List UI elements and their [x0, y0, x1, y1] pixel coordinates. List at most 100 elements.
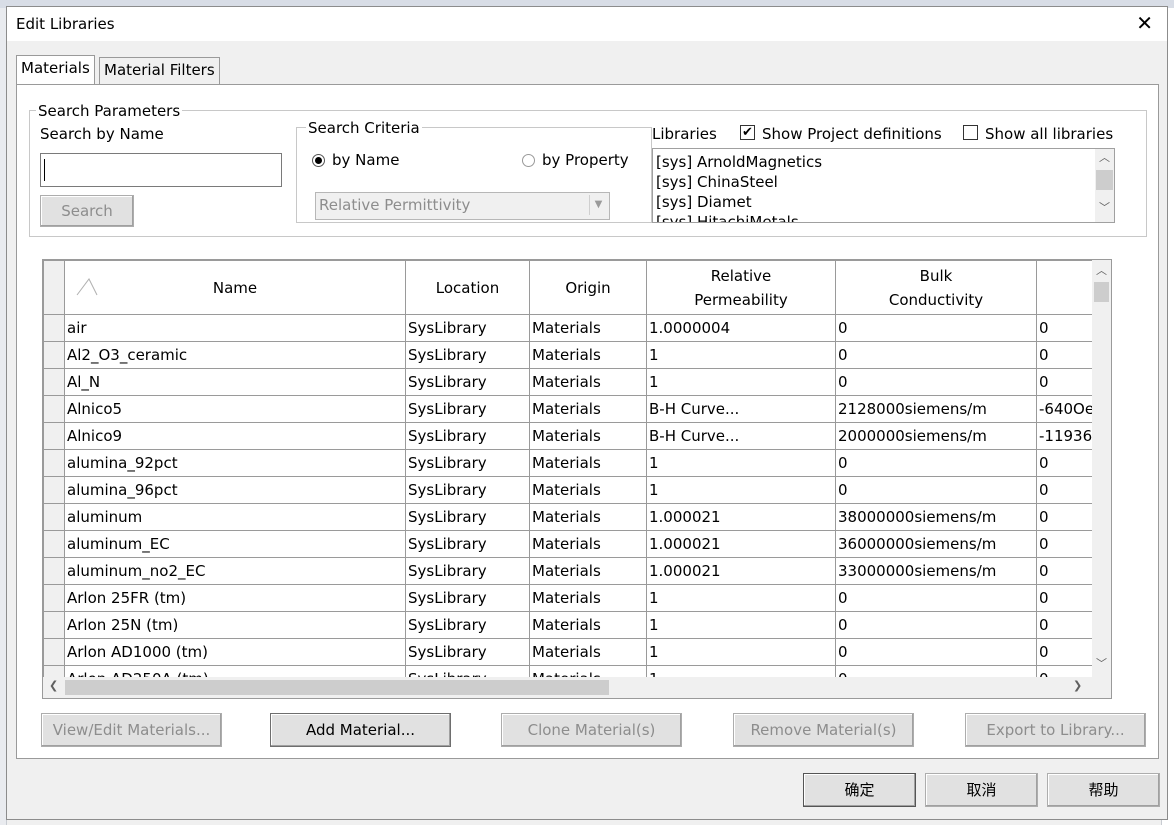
materials-table: Name Location Origin Relative Permeabili…: [42, 259, 1112, 699]
dropdown-arrow-icon: ▼: [589, 195, 607, 215]
search-name-input[interactable]: [40, 153, 282, 187]
view-edit-materials-button[interactable]: View/Edit Materials...: [41, 713, 222, 747]
row-selector[interactable]: [43, 611, 65, 639]
row-selector[interactable]: [43, 530, 65, 558]
chevron-down-icon[interactable]: ﹀: [1092, 656, 1111, 672]
row-selector[interactable]: [43, 557, 65, 585]
chevron-up-icon[interactable]: ︿: [1095, 150, 1114, 166]
cell-extra: 0: [1036, 449, 1097, 477]
cell-cond: 36000000siemens/m: [835, 530, 1037, 558]
cell-name: Al_N: [64, 368, 406, 396]
library-item[interactable]: [sys] Diamet: [656, 192, 752, 212]
table-row[interactable]: alumina_92pct SysLibrary Materials 1 0 0: [43, 449, 1097, 477]
table-horizontal-scrollbar[interactable]: ❮ ❯: [43, 677, 1111, 698]
by-name-label: by Name: [332, 151, 400, 169]
cell-cond: 2000000siemens/m: [835, 422, 1037, 450]
cell-location: SysLibrary: [405, 611, 530, 639]
title-bar: Edit Libraries ✕: [7, 7, 1167, 41]
remove-material-button[interactable]: Remove Material(s): [733, 713, 914, 747]
row-selector[interactable]: [43, 503, 65, 531]
column-header-name[interactable]: Name: [64, 260, 406, 315]
table-row[interactable]: Arlon AD1000 (tm) SysLibrary Materials 1 0 0: [43, 638, 1097, 666]
cell-name: alumina_92pct: [64, 449, 406, 477]
row-selector[interactable]: [43, 395, 65, 423]
cell-name: Alnico9: [64, 422, 406, 450]
row-selector[interactable]: [43, 476, 65, 504]
column-header-location[interactable]: Location: [405, 260, 530, 315]
search-button[interactable]: Search: [40, 195, 134, 227]
libraries-scroll-thumb[interactable]: [1096, 170, 1113, 190]
show-all-label: Show all libraries: [985, 125, 1114, 143]
cell-origin: Materials: [529, 557, 647, 585]
table-vertical-scrollbar[interactable]: ︿ ﹀: [1092, 260, 1111, 677]
ok-button[interactable]: 确定: [803, 773, 916, 807]
library-item[interactable]: [sys] ChinaSteel: [656, 172, 778, 192]
add-material-button[interactable]: Add Material...: [270, 713, 451, 747]
column-header-conductivity[interactable]: Bulk Conductivity: [835, 260, 1037, 315]
row-selector[interactable]: [43, 449, 65, 477]
cell-cond: 0: [835, 584, 1037, 612]
column-header-origin[interactable]: Origin: [529, 260, 647, 315]
column-cond-line1: Bulk: [919, 266, 953, 285]
table-row[interactable]: Alnico9 SysLibrary Materials B-H Curve... 20…: [43, 422, 1097, 450]
table-vscroll-thumb[interactable]: [1094, 282, 1109, 302]
cancel-button[interactable]: 取消: [925, 773, 1038, 807]
row-selector[interactable]: [43, 638, 65, 666]
cell-location: SysLibrary: [405, 530, 530, 558]
library-item[interactable]: [sys] ArnoldMagnetics: [656, 152, 822, 172]
libraries-scrollbar[interactable]: ︿ ﹀: [1095, 149, 1114, 222]
table-row[interactable]: aluminum SysLibrary Materials 1.000021 38000…: [43, 503, 1097, 531]
cell-name: Arlon AD1000 (tm): [64, 638, 406, 666]
search-criteria-label: Search Criteria: [306, 119, 422, 137]
libraries-list[interactable]: [sys] ArnoldMagnetics [sys] ChinaSteel […: [652, 148, 1115, 223]
row-selector[interactable]: [43, 584, 65, 612]
column-perm-line1: Relative: [710, 266, 772, 285]
chevron-down-icon[interactable]: ﹀: [1095, 200, 1114, 216]
table-hscroll-thumb[interactable]: [65, 680, 609, 695]
cell-extra: 0: [1036, 503, 1097, 531]
cell-location: SysLibrary: [405, 395, 530, 423]
export-to-library-button[interactable]: Export to Library...: [965, 713, 1146, 747]
help-button[interactable]: 帮助: [1047, 773, 1160, 807]
row-selector[interactable]: [43, 422, 65, 450]
column-header-extra[interactable]: [1036, 260, 1097, 315]
table-row[interactable]: Arlon 25FR (tm) SysLibrary Materials 1 0 0: [43, 584, 1097, 612]
by-property-radio[interactable]: [522, 154, 535, 167]
cell-perm: 1: [646, 584, 836, 612]
table-row[interactable]: Al2_O3_ceramic SysLibrary Materials 1 0 0: [43, 341, 1097, 369]
chevron-left-icon[interactable]: ❮: [49, 679, 58, 692]
by-property-label: by Property: [542, 151, 629, 169]
tab-material-filters[interactable]: Material Filters: [99, 57, 220, 84]
show-project-checkbox[interactable]: ✔: [740, 125, 755, 140]
cell-origin: Materials: [529, 422, 647, 450]
column-header-permeability[interactable]: Relative Permeability: [646, 260, 836, 315]
table-row[interactable]: Al_N SysLibrary Materials 1 0 0: [43, 368, 1097, 396]
row-selector[interactable]: [43, 314, 65, 342]
cell-extra: 0: [1036, 638, 1097, 666]
table-row[interactable]: Alnico5 SysLibrary Materials B-H Curve... 21…: [43, 395, 1097, 423]
cell-perm: B-H Curve...: [646, 422, 836, 450]
clone-material-button[interactable]: Clone Material(s): [501, 713, 682, 747]
row-selector[interactable]: [43, 368, 65, 396]
cell-name: Al2_O3_ceramic: [64, 341, 406, 369]
show-all-checkbox[interactable]: [963, 125, 978, 140]
chevron-right-icon[interactable]: ❯: [1073, 679, 1082, 692]
cell-extra: 0: [1036, 584, 1097, 612]
close-icon[interactable]: ✕: [1136, 11, 1153, 35]
cell-origin: Materials: [529, 503, 647, 531]
table-row[interactable]: air SysLibrary Materials 1.0000004 0 0: [43, 314, 1097, 342]
cell-extra: 0: [1036, 476, 1097, 504]
table-row[interactable]: Arlon 25N (tm) SysLibrary Materials 1 0 0: [43, 611, 1097, 639]
property-combo[interactable]: Relative Permittivity ▼: [315, 192, 610, 220]
row-selector[interactable]: [43, 341, 65, 369]
cell-extra: 0: [1036, 314, 1097, 342]
by-name-radio[interactable]: [312, 154, 325, 167]
table-row[interactable]: alumina_96pct SysLibrary Materials 1 0 0: [43, 476, 1097, 504]
materials-grid-body: air SysLibrary Materials 1.0000004 0 0 Al2_O3_…: [43, 314, 1097, 693]
table-row[interactable]: aluminum_no2_EC SysLibrary Materials 1.0000…: [43, 557, 1097, 585]
cell-origin: Materials: [529, 449, 647, 477]
chevron-up-icon[interactable]: ︿: [1092, 263, 1111, 279]
table-row[interactable]: aluminum_EC SysLibrary Materials 1.000021 36…: [43, 530, 1097, 558]
tab-materials[interactable]: Materials: [16, 55, 95, 85]
library-item[interactable]: [sys] HitachiMetals: [656, 212, 799, 222]
